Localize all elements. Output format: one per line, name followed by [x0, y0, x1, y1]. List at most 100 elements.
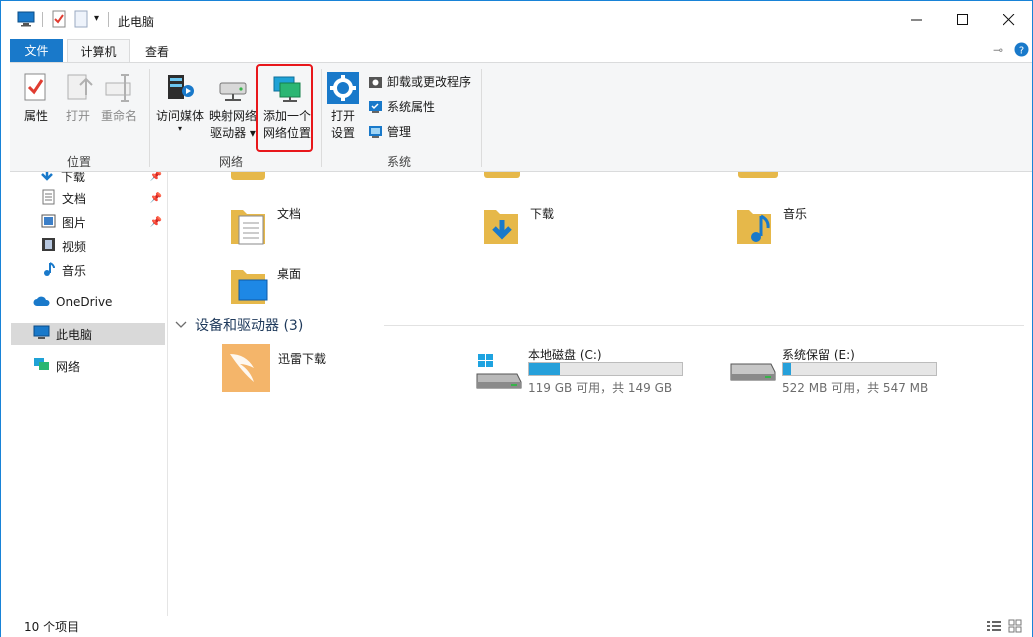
- document-icon: [41, 189, 56, 208]
- drive-c-label: 本地磁盘 (C:): [528, 348, 602, 362]
- open-settings-button[interactable]: 打开 设置: [325, 71, 361, 142]
- devices-header-label: 设备和驱动器 (3): [195, 318, 304, 334]
- nav-item-downloads[interactable]: 下载 📌: [39, 172, 167, 187]
- nav-label-videos: 视频: [62, 239, 87, 254]
- folder-label-downloads: 下载: [530, 207, 555, 221]
- nav-item-documents[interactable]: 文档 📌: [41, 187, 167, 209]
- drive-c-usage-bar: [528, 362, 683, 376]
- drive-c-free-space: 119 GB 可用，共 149 GB: [528, 381, 673, 395]
- manage-icon: [368, 124, 383, 139]
- drive-e[interactable]: 系统保留 (E:) 522 MB 可用，共 547 MB: [729, 346, 949, 395]
- manage-button[interactable]: 管理: [368, 123, 411, 140]
- item-count: 10 个项目: [24, 620, 80, 634]
- status-bar: 10 个项目: [1, 616, 1032, 637]
- access-media-dropdown-icon: ▾: [177, 124, 182, 133]
- drive-e-free-space: 522 MB 可用，共 547 MB: [782, 381, 929, 395]
- ribbon: 属性 打开 重命名 位置 访问媒体 ▾ 映射网络 驱动器 ▾ 添加一个 网络位置…: [10, 62, 1032, 172]
- manage-label: 管理: [387, 125, 412, 139]
- nav-label-network: 网络: [56, 359, 81, 374]
- system-properties-icon: [368, 99, 383, 114]
- content-pane: 文档 下载 音乐 桌面 设备和驱动器 (3) 迅雷下载 本地磁盘 (C:) 11…: [169, 172, 1032, 616]
- xunlei-label: 迅雷下载: [278, 352, 327, 366]
- drive-e-usage-bar: [782, 362, 937, 376]
- folder-music[interactable]: 音乐: [735, 202, 807, 246]
- uninstall-label: 卸载或更改程序: [387, 75, 472, 89]
- settings-gear-icon: [327, 71, 359, 105]
- nav-label-pictures: 图片: [62, 215, 87, 230]
- map-network-drive-button[interactable]: 映射网络 驱动器 ▾: [207, 71, 259, 142]
- maximize-button[interactable]: [940, 1, 986, 39]
- documents-folder-icon: [229, 202, 269, 246]
- nav-item-network[interactable]: 网络: [33, 355, 167, 377]
- drive-e-label: 系统保留 (E:): [782, 348, 855, 362]
- devices-section-header[interactable]: 设备和驱动器 (3): [175, 315, 303, 335]
- nav-label-music: 音乐: [62, 263, 87, 278]
- nav-label-documents: 文档: [62, 191, 87, 206]
- new-folder-quick-icon[interactable]: [74, 10, 88, 30]
- section-divider: [384, 325, 1024, 326]
- svg-text:?: ?: [1019, 46, 1024, 57]
- music-folder-icon: [735, 202, 775, 246]
- system-properties-button[interactable]: 系统属性: [368, 98, 435, 115]
- rename-label: 重命名: [100, 109, 137, 123]
- large-icons-view-icon[interactable]: [1008, 619, 1022, 636]
- open-label: 打开: [65, 109, 90, 123]
- rename-button[interactable]: 重命名: [99, 71, 139, 125]
- map-drive-label-1: 映射网络: [208, 109, 257, 123]
- explorer-window: ▾ 此电脑 文件 计算机 查看 ⊸ ? 属性 打开 重命名 位置 访问媒体 ▾ …: [0, 0, 1033, 637]
- access-media-button[interactable]: 访问媒体 ▾: [155, 71, 205, 133]
- nav-item-this-pc[interactable]: 此电脑: [11, 323, 165, 345]
- pin-icon[interactable]: 📌: [150, 193, 162, 204]
- group-network-label: 网络: [219, 155, 244, 169]
- drive-c-usage-fill: [529, 363, 560, 375]
- pin-icon[interactable]: 📌: [150, 217, 162, 228]
- picture-icon: [41, 214, 56, 231]
- drive-c[interactable]: 本地磁盘 (C:) 119 GB 可用，共 149 GB: [475, 346, 695, 395]
- properties-button[interactable]: 属性: [20, 71, 52, 125]
- nav-label-onedrive: OneDrive: [56, 295, 113, 309]
- navigation-pane: 下载 📌 文档 📌 图片 📌 视频 音乐 OneDrive 此电脑 网络: [1, 172, 168, 616]
- tab-view[interactable]: 查看: [135, 39, 179, 63]
- access-media-label: 访问媒体: [155, 109, 204, 123]
- folder-desktop[interactable]: 桌面: [229, 262, 301, 306]
- group-location-label: 位置: [67, 155, 92, 169]
- folder-label-documents: 文档: [277, 207, 302, 221]
- ribbon-tabs: 文件 计算机 查看 ⊸ ?: [1, 39, 1032, 63]
- pin-ribbon-icon[interactable]: ⊸: [993, 43, 1003, 57]
- tab-computer[interactable]: 计算机: [67, 39, 130, 63]
- nav-label-downloads: 下载: [61, 172, 86, 184]
- nav-item-videos[interactable]: 视频: [41, 235, 167, 257]
- properties-icon: [20, 71, 52, 105]
- uninstall-programs-button[interactable]: 卸载或更改程序: [368, 73, 471, 90]
- window-title: 此电脑: [118, 15, 155, 29]
- chevron-down-icon: [175, 317, 187, 333]
- properties-quick-icon[interactable]: [52, 10, 66, 30]
- computer-icon[interactable]: [17, 11, 35, 31]
- minimize-button[interactable]: [894, 1, 940, 39]
- nav-item-music[interactable]: 音乐: [41, 259, 167, 281]
- rename-icon: [103, 71, 135, 105]
- network-drive-icon: [217, 71, 249, 105]
- nav-item-pictures[interactable]: 图片 📌: [41, 211, 167, 233]
- folder-documents[interactable]: 文档: [229, 202, 301, 246]
- close-button[interactable]: [986, 1, 1032, 39]
- open-button[interactable]: 打开: [62, 71, 94, 125]
- drive-e-usage-fill: [783, 363, 791, 375]
- nav-label-this-pc: 此电脑: [56, 327, 93, 342]
- cloud-icon: [33, 295, 50, 310]
- tab-file[interactable]: 文件: [10, 39, 63, 62]
- help-icon[interactable]: ?: [1014, 42, 1029, 60]
- computer-icon: [33, 325, 50, 343]
- details-view-icon[interactable]: [987, 620, 1001, 635]
- hard-drive-icon: [729, 360, 777, 393]
- pin-icon[interactable]: 📌: [150, 172, 162, 182]
- music-icon: [41, 261, 56, 280]
- folder-downloads[interactable]: 下载: [482, 202, 554, 246]
- customize-quick-access-icon[interactable]: ▾: [94, 13, 99, 33]
- nav-item-onedrive[interactable]: OneDrive: [33, 291, 167, 313]
- open-icon: [62, 71, 94, 105]
- xunlei-item[interactable]: 迅雷下载: [222, 344, 326, 392]
- windows-drive-icon: [475, 354, 523, 393]
- open-settings-label-1: 打开: [330, 109, 355, 123]
- folder-icon: [484, 172, 520, 178]
